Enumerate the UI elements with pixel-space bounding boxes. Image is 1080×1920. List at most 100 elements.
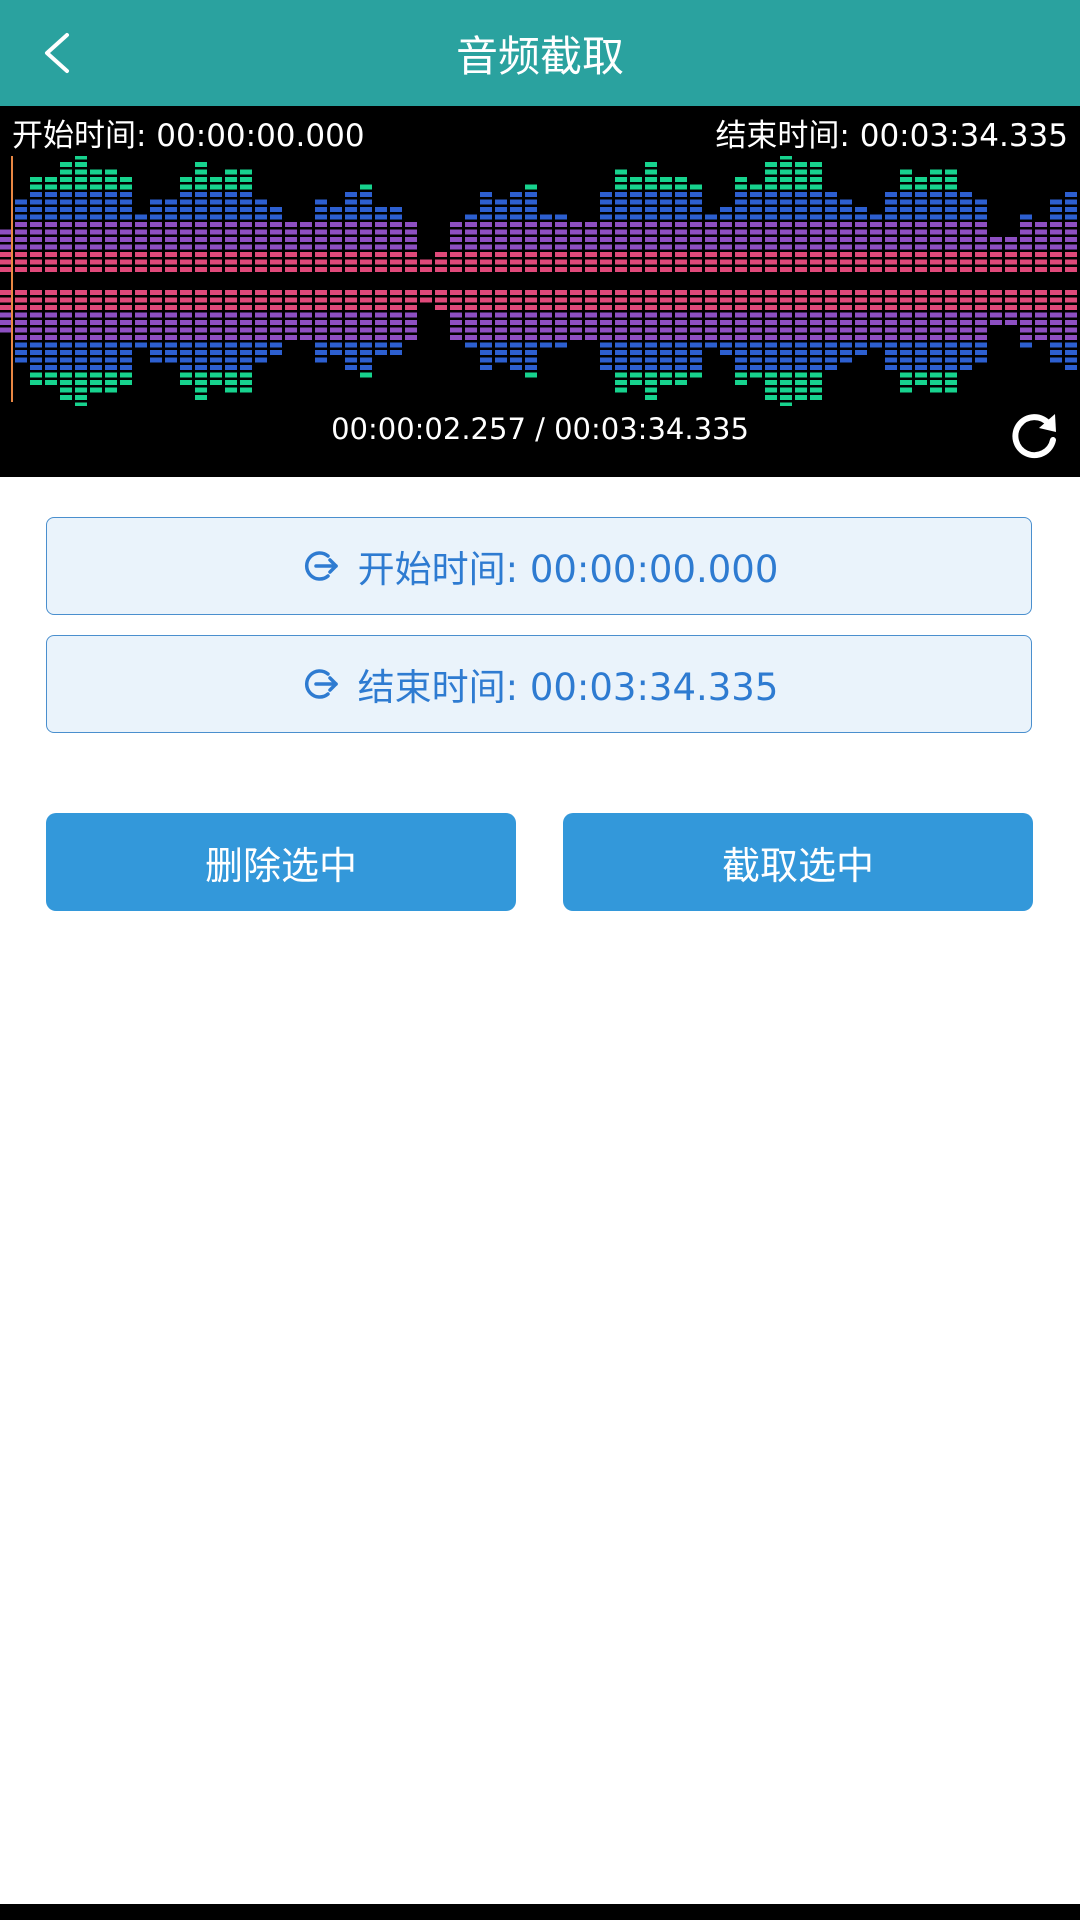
waveform-segment (810, 372, 822, 378)
waveform-segment (210, 342, 222, 348)
waveform-segment (645, 395, 657, 400)
waveform-segment (15, 222, 27, 227)
waveform-segment (360, 365, 372, 370)
waveform-segment (15, 305, 27, 310)
waveform-graphic[interactable] (0, 156, 1080, 406)
waveform-segment (195, 297, 207, 303)
waveform-segment (840, 267, 852, 272)
waveform-segment (735, 259, 747, 265)
waveform-segment (690, 290, 702, 295)
waveform-segment (75, 297, 87, 303)
waveform-segment (915, 312, 927, 318)
waveform-segment (390, 259, 402, 265)
waveform-segment (480, 290, 492, 295)
waveform-segment (540, 259, 552, 265)
waveform-segment (930, 365, 942, 370)
waveform-segment (270, 327, 282, 333)
waveform-segment (165, 244, 177, 250)
waveform-segment (720, 312, 732, 318)
waveform-segment (345, 259, 357, 265)
waveform-segment (630, 222, 642, 227)
waveform-segment (525, 267, 537, 272)
waveform-segment (90, 357, 102, 363)
waveform-segment (690, 229, 702, 235)
waveform-segment (405, 335, 417, 340)
waveform-segment (90, 350, 102, 355)
playhead-marker[interactable] (11, 156, 13, 402)
waveform-segment (885, 365, 897, 370)
waveform-segment (735, 229, 747, 235)
waveform-segment (360, 357, 372, 363)
waveform-segment (960, 237, 972, 242)
waveform-segment (510, 267, 522, 272)
waveform-segment (525, 372, 537, 378)
waveform-segment (690, 222, 702, 227)
waveform-segment (900, 380, 912, 385)
waveform-segment (960, 259, 972, 265)
waveform-segment (375, 297, 387, 303)
waveform-segment (255, 320, 267, 325)
waveform-segment (690, 259, 702, 265)
waveform-segment (675, 177, 687, 182)
start-time-button[interactable]: 开始时间: 00:00:00.000 (46, 517, 1032, 615)
waveform-segment (915, 365, 927, 370)
waveform-segment (510, 192, 522, 197)
waveform-segment (690, 184, 702, 190)
waveform-segment (720, 305, 732, 310)
waveform-segment (690, 305, 702, 310)
refresh-button[interactable] (1006, 408, 1062, 464)
waveform-segment (540, 244, 552, 250)
waveform-segment (45, 342, 57, 348)
waveform-segment (675, 365, 687, 370)
waveform-segment (45, 320, 57, 325)
waveform-segment (45, 350, 57, 355)
waveform-segment (570, 297, 582, 303)
cut-selection-button[interactable]: 截取选中 (563, 813, 1033, 911)
waveform-segment (555, 297, 567, 303)
waveform-segment (765, 192, 777, 197)
end-time-button[interactable]: 结束时间: 00:03:34.335 (46, 635, 1032, 733)
waveform-segment (315, 237, 327, 242)
waveform-segment (330, 342, 342, 348)
waveform-segment (765, 372, 777, 378)
waveform-segment (30, 312, 42, 318)
waveform-segment (795, 335, 807, 340)
waveform-segment (60, 380, 72, 385)
waveform-segment (480, 297, 492, 303)
waveform-segment (330, 259, 342, 265)
waveform-segment (195, 229, 207, 235)
waveform-segment (210, 177, 222, 182)
waveform-segment (720, 342, 732, 348)
waveform-segment (945, 342, 957, 348)
waveform-segment (360, 192, 372, 197)
waveform-segment (30, 380, 42, 385)
waveform-segment (675, 312, 687, 318)
waveform-segment (315, 207, 327, 212)
waveform-segment (840, 342, 852, 348)
waveform-segment (30, 237, 42, 242)
waveform-segment (1035, 305, 1047, 310)
waveform-segment (450, 312, 462, 318)
waveform-segment (375, 290, 387, 295)
waveform-segment (840, 259, 852, 265)
waveform-segment (255, 222, 267, 227)
waveform-segment (750, 342, 762, 348)
waveform-segment (780, 342, 792, 348)
waveform-segment (225, 207, 237, 212)
waveform-segment (975, 229, 987, 235)
waveform-segment (795, 297, 807, 303)
waveform-segment (750, 297, 762, 303)
waveform-segment (480, 335, 492, 340)
waveform-segment (105, 177, 117, 182)
waveform-segment (615, 169, 627, 175)
waveform-segment (525, 342, 537, 348)
delete-selection-button[interactable]: 删除选中 (46, 813, 516, 911)
waveform-panel[interactable]: 开始时间: 00:00:00.000 结束时间: 00:03:34.335 00… (0, 106, 1080, 477)
waveform-segment (60, 335, 72, 340)
waveform-segment (945, 372, 957, 378)
waveform-segment (45, 207, 57, 212)
waveform-segment (780, 244, 792, 250)
waveform-segment (285, 252, 297, 257)
waveform-segment (975, 259, 987, 265)
waveform-segment (510, 320, 522, 325)
